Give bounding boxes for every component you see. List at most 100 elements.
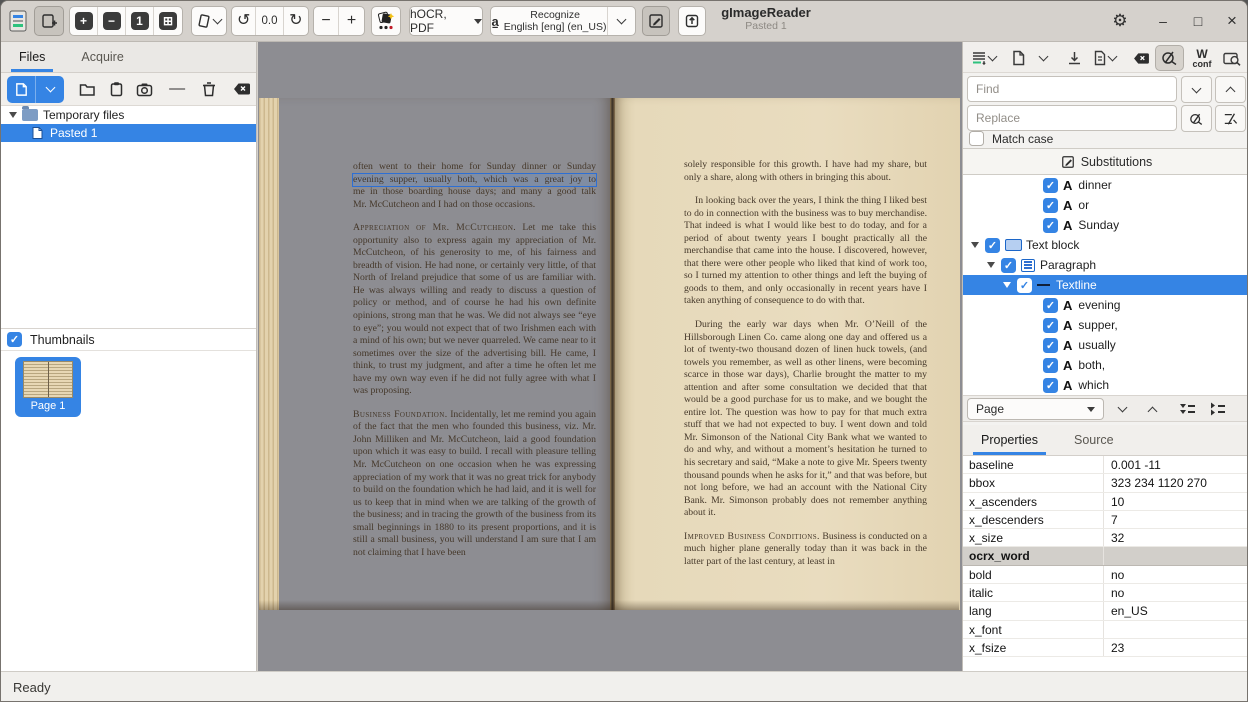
zoom-to-word-button[interactable] xyxy=(1219,45,1245,71)
clear-button[interactable] xyxy=(228,76,256,102)
book-paragraph: Business Foundation. Incidentally, let m… xyxy=(353,409,596,560)
replace-all-button[interactable] xyxy=(1215,105,1246,132)
document-canvas[interactable]: often went to their home for Sunday dinn… xyxy=(258,42,962,671)
output-mode-dropdown[interactable]: hOCR, PDF xyxy=(409,6,483,36)
word-icon: A xyxy=(1063,379,1072,392)
toggle-pane-button[interactable] xyxy=(34,6,64,36)
expander-icon[interactable] xyxy=(987,262,995,268)
file-tree-item[interactable]: Pasted 1 xyxy=(1,124,256,142)
save-hocr-dropdown[interactable] xyxy=(1087,45,1121,71)
item-checkbox[interactable]: ✓ xyxy=(1043,358,1058,373)
settings-button[interactable]: ⚙ xyxy=(1106,6,1134,36)
hocr-tree-item-usually[interactable]: ✓Ausually xyxy=(963,335,1248,355)
property-row-lang[interactable]: langen_US xyxy=(963,602,1248,620)
item-checkbox[interactable]: ✓ xyxy=(1043,378,1058,393)
property-row-bbox[interactable]: bbox323 234 1120 270 xyxy=(963,474,1248,492)
find-input[interactable] xyxy=(967,76,1177,102)
recognize-dropdown[interactable] xyxy=(608,7,635,35)
property-row-x_font[interactable]: x_font xyxy=(963,621,1248,639)
tab-source[interactable]: Source xyxy=(1056,425,1132,455)
recognize-button[interactable]: a̠ Recognize English [eng] (en_US) xyxy=(491,7,608,35)
add-images-button[interactable] xyxy=(7,76,36,103)
rotate-left-button[interactable]: ↺ xyxy=(232,7,256,35)
expander-icon[interactable] xyxy=(971,242,979,248)
screenshot-button[interactable] xyxy=(131,76,159,102)
rotate-mode-dropdown[interactable] xyxy=(191,6,227,36)
hocr-tree-item-paragraph[interactable]: ✓Paragraph xyxy=(963,255,1248,275)
show-confidence-button[interactable]: W conf xyxy=(1189,45,1215,71)
item-checkbox[interactable]: ✓ xyxy=(1043,318,1058,333)
find-next-button[interactable] xyxy=(1181,76,1212,103)
item-checkbox[interactable]: ✓ xyxy=(1017,278,1032,293)
layout-detection-button[interactable] xyxy=(371,6,401,36)
hocr-tree-item-both[interactable]: ✓Aboth, xyxy=(963,355,1248,375)
item-checkbox[interactable]: ✓ xyxy=(1043,338,1058,353)
selected-textline[interactable]: evening supper, usually both, which was … xyxy=(353,174,596,187)
hocr-tree-item-which[interactable]: ✓Awhich xyxy=(963,375,1248,395)
property-row-ocrx_word[interactable]: ocrx_word xyxy=(963,547,1248,565)
property-row-x_descenders[interactable]: x_descenders7 xyxy=(963,511,1248,529)
hocr-tree-item-textblock[interactable]: ✓Text block xyxy=(963,235,1248,255)
item-checkbox[interactable]: ✓ xyxy=(985,238,1000,253)
tab-files[interactable]: Files xyxy=(1,42,63,72)
hocr-tree-item-sunday[interactable]: ✓ASunday xyxy=(963,215,1248,235)
replace-input[interactable] xyxy=(967,105,1177,131)
zoom-in-button[interactable]: + xyxy=(70,7,98,35)
match-case-checkbox[interactable] xyxy=(969,131,984,146)
open-hocr-button[interactable] xyxy=(1005,45,1031,71)
item-checkbox[interactable]: ✓ xyxy=(1001,258,1016,273)
find-prev-button[interactable] xyxy=(1215,76,1246,103)
rotation-value[interactable]: 0.0 xyxy=(256,7,283,35)
minimize-button[interactable]: – xyxy=(1149,6,1177,36)
file-tree-root[interactable]: Temporary files xyxy=(1,106,256,124)
expander-icon[interactable] xyxy=(9,112,17,118)
open-hocr-dropdown[interactable] xyxy=(1033,45,1053,71)
open-folder-button[interactable] xyxy=(74,76,102,102)
collapse-all-button[interactable] xyxy=(1205,398,1231,420)
edit-output-button[interactable] xyxy=(642,6,670,36)
zoom-fit-button[interactable]: ⊞ xyxy=(154,7,182,35)
property-row-italic[interactable]: italicno xyxy=(963,584,1248,602)
insert-mode-dropdown[interactable] xyxy=(966,45,1000,71)
next-page-button[interactable] xyxy=(1109,398,1135,420)
hocr-tree-item-supper[interactable]: ✓Asupper, xyxy=(963,315,1248,335)
find-replace-toggle[interactable] xyxy=(1155,45,1184,71)
hocr-tree-item-or[interactable]: ✓Aor xyxy=(963,195,1248,215)
substitutions-button[interactable]: Substitutions xyxy=(963,148,1248,175)
zoom-out-button[interactable]: − xyxy=(98,7,126,35)
expander-icon[interactable] xyxy=(1003,282,1011,288)
hocr-tree-item-textline[interactable]: ✓Textline xyxy=(963,275,1248,295)
property-row-bold[interactable]: boldno xyxy=(963,566,1248,584)
item-checkbox[interactable]: ✓ xyxy=(1043,298,1058,313)
property-row-x_ascenders[interactable]: x_ascenders10 xyxy=(963,493,1248,511)
close-button[interactable]: × xyxy=(1218,6,1246,36)
zoom-original-button[interactable]: 1 xyxy=(126,7,154,35)
import-button[interactable] xyxy=(1061,45,1087,71)
item-checkbox[interactable]: ✓ xyxy=(1043,198,1058,213)
clear-output-button[interactable] xyxy=(1128,45,1154,71)
item-checkbox[interactable]: ✓ xyxy=(1043,218,1058,233)
page-selector[interactable]: Page xyxy=(967,398,1104,420)
rotate-right-button[interactable]: ↻ xyxy=(284,7,308,35)
item-checkbox[interactable]: ✓ xyxy=(1043,178,1058,193)
thumbnails-checkbox[interactable]: ✓ xyxy=(7,332,22,347)
remove-page-button[interactable]: — xyxy=(163,76,191,102)
thumbnail-page-1[interactable]: Page 1 xyxy=(15,357,81,417)
property-row-x_fsize[interactable]: x_fsize23 xyxy=(963,639,1248,657)
prev-page-button[interactable] xyxy=(1139,398,1165,420)
tab-properties[interactable]: Properties xyxy=(963,425,1056,455)
property-row-x_size[interactable]: x_size32 xyxy=(963,529,1248,547)
decrease-button[interactable]: − xyxy=(314,7,339,35)
maximize-button[interactable]: □ xyxy=(1184,6,1212,36)
property-row-baseline[interactable]: baseline0.001 -11 xyxy=(963,456,1248,474)
match-case-row[interactable]: Match case xyxy=(969,131,1053,146)
delete-button[interactable] xyxy=(195,76,223,102)
add-images-dropdown[interactable] xyxy=(36,76,63,103)
increase-button[interactable]: + xyxy=(339,7,364,35)
paste-button[interactable] xyxy=(102,76,130,102)
expand-all-button[interactable] xyxy=(1175,398,1201,420)
tab-acquire[interactable]: Acquire xyxy=(63,42,141,72)
hocr-tree-item-dinner[interactable]: ✓Adinner xyxy=(963,175,1248,195)
replace-button[interactable] xyxy=(1181,105,1212,132)
hocr-tree-item-evening[interactable]: ✓Aevening xyxy=(963,295,1248,315)
